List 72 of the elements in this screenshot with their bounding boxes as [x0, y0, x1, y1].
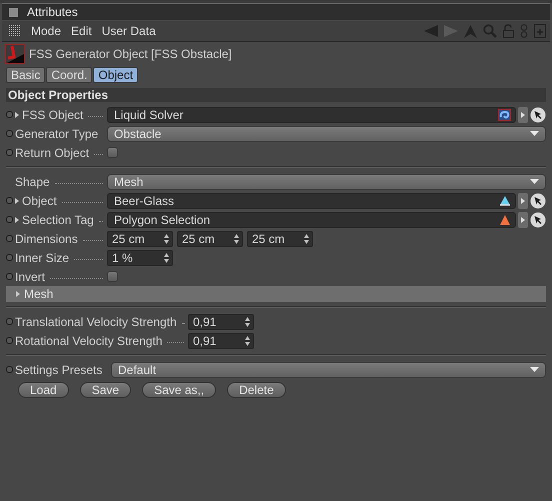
menu-arrow-button[interactable]	[518, 212, 528, 228]
field-label: Generator Type	[15, 126, 98, 140]
generator-object-icon	[5, 44, 25, 64]
field-label: Return Object	[15, 146, 90, 160]
number-field[interactable]: 25 cm	[107, 230, 173, 246]
expand-arrow-icon[interactable]	[15, 198, 19, 204]
expand-arrow-icon[interactable]	[15, 112, 19, 118]
spinner-arrows-icon	[304, 234, 309, 244]
spinner-arrows-icon	[164, 234, 169, 244]
spinner-arrows-icon	[234, 234, 239, 244]
new-panel-icon[interactable]	[534, 24, 546, 38]
caret-icon	[530, 179, 539, 184]
number-field[interactable]: 25 cm	[177, 230, 243, 246]
number-field[interactable]: 1 %	[107, 250, 173, 266]
number-field[interactable]: 0,91	[188, 314, 254, 330]
window-icon[interactable]	[9, 8, 18, 16]
pick-cursor-icon[interactable]	[530, 106, 546, 122]
field-label: Settings Presets	[15, 362, 102, 376]
tab[interactable]: Object	[93, 67, 138, 83]
field-label: Object	[22, 194, 57, 208]
menu-item[interactable]: Edit	[71, 24, 92, 38]
link-field[interactable]: Liquid Solver	[107, 106, 516, 122]
field-label: Inner Size	[15, 250, 70, 264]
field-label: FSS Object	[22, 108, 84, 122]
search-icon[interactable]	[483, 24, 497, 38]
caret-icon	[530, 131, 539, 136]
unlocked-padlock-icon[interactable]	[503, 24, 514, 38]
field-label: Dimensions	[15, 232, 78, 246]
section-header[interactable]: Mesh	[6, 286, 546, 302]
forward-arrow-icon[interactable]	[444, 25, 458, 37]
menu-arrow-button[interactable]	[518, 192, 528, 208]
window-title: Attributes	[27, 5, 78, 19]
menu-arrow-button[interactable]	[518, 106, 528, 122]
preset-button[interactable]: Delete	[227, 382, 286, 398]
cone-icon	[499, 194, 511, 206]
menu-item[interactable]: User Data	[102, 24, 156, 38]
pick-cursor-icon[interactable]	[530, 212, 546, 228]
preset-button[interactable]: Save as,,	[142, 382, 216, 398]
tab[interactable]: Basic	[6, 67, 46, 83]
spinner-arrows-icon	[164, 252, 169, 262]
field-label: Invert	[15, 270, 46, 284]
expand-arrow-icon[interactable]	[15, 216, 19, 222]
field-label: Translational Velocity Strength	[15, 314, 177, 328]
number-field[interactable]: 25 cm	[247, 230, 313, 246]
dropdown[interactable]: Mesh	[107, 174, 546, 190]
preset-button[interactable]: Save	[80, 382, 132, 398]
section-title: Object Properties	[6, 88, 546, 102]
pick-cursor-icon[interactable]	[530, 192, 546, 208]
dropdown[interactable]: Default	[111, 362, 546, 378]
link-field[interactable]: Polygon Selection	[107, 212, 516, 228]
expand-arrow-icon	[16, 291, 20, 297]
checkbox[interactable]	[107, 271, 118, 282]
object-title: FSS Generator Object [FSS Obstacle]	[29, 47, 232, 61]
grip-icon[interactable]	[9, 25, 21, 37]
two-circles-icon[interactable]	[520, 24, 528, 38]
link-field[interactable]: Beer-Glass	[107, 192, 516, 208]
caret-icon	[530, 367, 539, 372]
dropdown[interactable]: Obstacle	[107, 126, 546, 142]
spinner-arrows-icon	[245, 336, 250, 346]
field-label: Selection Tag	[22, 212, 94, 226]
back-arrow-icon[interactable]	[424, 25, 438, 37]
preset-button[interactable]: Load	[18, 382, 69, 398]
field-label: Rotational Velocity Strength	[15, 334, 162, 348]
spinner-arrows-icon	[245, 316, 250, 326]
field-label: Shape	[15, 174, 50, 188]
tab[interactable]: Coord.	[46, 67, 92, 83]
up-arrow-icon[interactable]	[464, 24, 477, 38]
number-field[interactable]: 0,91	[188, 332, 254, 348]
triangle-tag-icon	[499, 214, 511, 226]
menu-item[interactable]: Mode	[31, 24, 62, 38]
checkbox[interactable]	[107, 147, 118, 158]
liquid-swirl-icon	[498, 108, 511, 120]
